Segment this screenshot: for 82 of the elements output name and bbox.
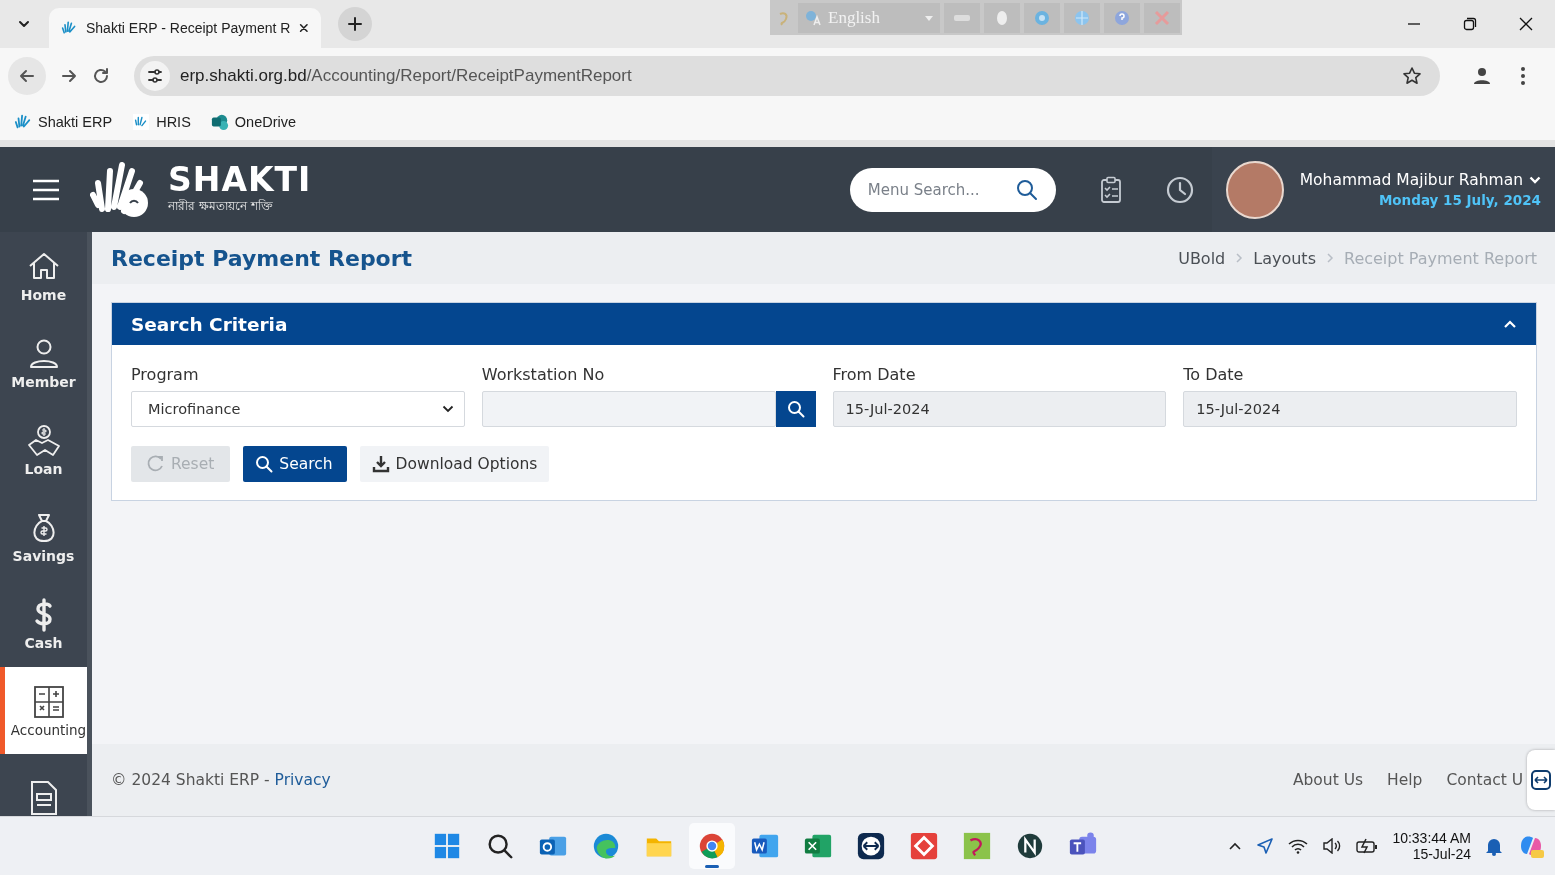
new-tab-button[interactable] [338,7,372,41]
sidebar-item[interactable]: Cash [0,580,87,667]
panel-header[interactable]: Search Criteria [112,303,1536,345]
notification-bell-icon[interactable] [1485,836,1503,856]
search-icon [786,400,805,418]
footer-link[interactable]: Contact U [1446,771,1523,789]
input-field[interactable] [481,391,776,427]
chevron-right-icon [1235,253,1244,263]
chevron-right-icon [1326,253,1334,263]
user-name: Mohammad Majibur Rahman [1299,171,1523,189]
sidebar-item[interactable]: Home [0,232,87,319]
logo-wordmark: SHAKTI [168,162,312,197]
search-button[interactable]: Search [243,446,347,482]
page-title: Receipt Payment Report [111,245,413,271]
sidebar-item[interactable]: Accounting [0,667,87,754]
battery-charging-icon[interactable] [1356,838,1379,854]
date-field[interactable]: 15-Jul-2024 [1183,391,1517,427]
chevron-down-icon [441,405,454,413]
copyright-text: © 2024 Shakti ERP - Privacy [111,771,331,789]
back-icon[interactable] [18,67,36,85]
speaker-icon[interactable] [1322,838,1343,854]
address-bar[interactable]: erp.shakti.org.bd/Accounting/Report/ReceiptPaymentReport [134,56,1440,96]
remote-support-widget[interactable] [1527,750,1555,810]
reload-icon [147,455,165,473]
browser-tab[interactable]: Shakti ERP - Receipt Payment R [49,8,321,48]
sidebar-item[interactable]: Member [0,319,87,406]
clock[interactable]: 10:33:44 AM 15-Jul-24 [1392,830,1471,862]
logo-icon [14,113,32,131]
logo-tagline: নারীর ক্ষমতায়নে শক্তি [168,197,274,215]
close-icon[interactable] [1519,17,1533,31]
more-menu-icon[interactable] [1520,66,1526,86]
script-app-icon[interactable] [961,831,992,861]
wifi-icon[interactable] [1288,838,1309,854]
field-label: From Date [832,365,917,384]
language-icon [804,8,822,27]
logo-icon [132,113,151,131]
user-menu[interactable]: Mohammad Majibur Rahman Monday 15 July, 2024 [1211,147,1555,232]
privacy-link[interactable]: Privacy [274,771,331,789]
sidebar-item[interactable]: Loan [0,406,87,493]
restore-icon[interactable] [1463,17,1477,31]
active-indicator [704,865,719,868]
url-text: erp.shakti.org.bd/Accounting/Report/ReceiptPaymentReport [180,66,632,86]
remote-control-icon[interactable] [855,831,886,861]
diamond-app-icon[interactable] [908,831,939,861]
bookmark-link[interactable]: OneDrive [210,113,297,131]
plus-icon [348,17,362,31]
clock-icon[interactable] [1165,175,1194,204]
bookmark-star-icon[interactable] [1402,66,1422,86]
footer-link[interactable]: About Us [1292,771,1364,789]
footer-link[interactable]: Help [1387,771,1423,789]
handshake-coin-icon [25,422,62,459]
forward-icon[interactable] [60,67,78,85]
menu-icon[interactable] [32,178,60,201]
download-icon [371,455,390,473]
menu-search-field[interactable]: Menu Search... [849,167,1056,212]
clipboard-checklist-icon[interactable] [1099,175,1122,204]
panel-title: Search Criteria [131,313,288,335]
breadcrumb-link[interactable]: Layouts [1253,248,1316,268]
tab-title: Shakti ERP - Receipt Payment R [86,20,291,36]
field-label: Workstation No [481,365,606,384]
bookmark-link[interactable]: Shakti ERP [14,113,113,131]
reload-icon[interactable] [92,67,110,85]
date-field[interactable]: 15-Jul-2024 [832,391,1167,427]
current-date: Monday 15 July, 2024 [1378,192,1541,208]
chevron-up-icon[interactable] [1228,841,1243,851]
remote-control-icon [1531,770,1551,790]
breadcrumb-link[interactable]: UBold [1178,248,1226,268]
cloud-drive-icon [210,113,229,131]
site-settings-icon[interactable] [147,68,163,84]
search-icon [1015,178,1038,201]
close-icon[interactable] [299,22,309,34]
bookmark-link[interactable]: HRIS [132,113,191,131]
program-dropdown[interactable]: Microfinance [131,391,465,427]
field-label: To Date [1183,365,1245,384]
search-button[interactable] [775,391,816,427]
field-label: Program [131,365,200,384]
download-button[interactable]: Download Options [359,446,550,482]
chevron-down-icon [1529,175,1541,185]
sidebar-item[interactable]: Savings [0,493,87,580]
profile-icon[interactable] [1472,66,1492,86]
search-icon [255,455,274,473]
location-arrow-icon[interactable] [1256,837,1275,855]
